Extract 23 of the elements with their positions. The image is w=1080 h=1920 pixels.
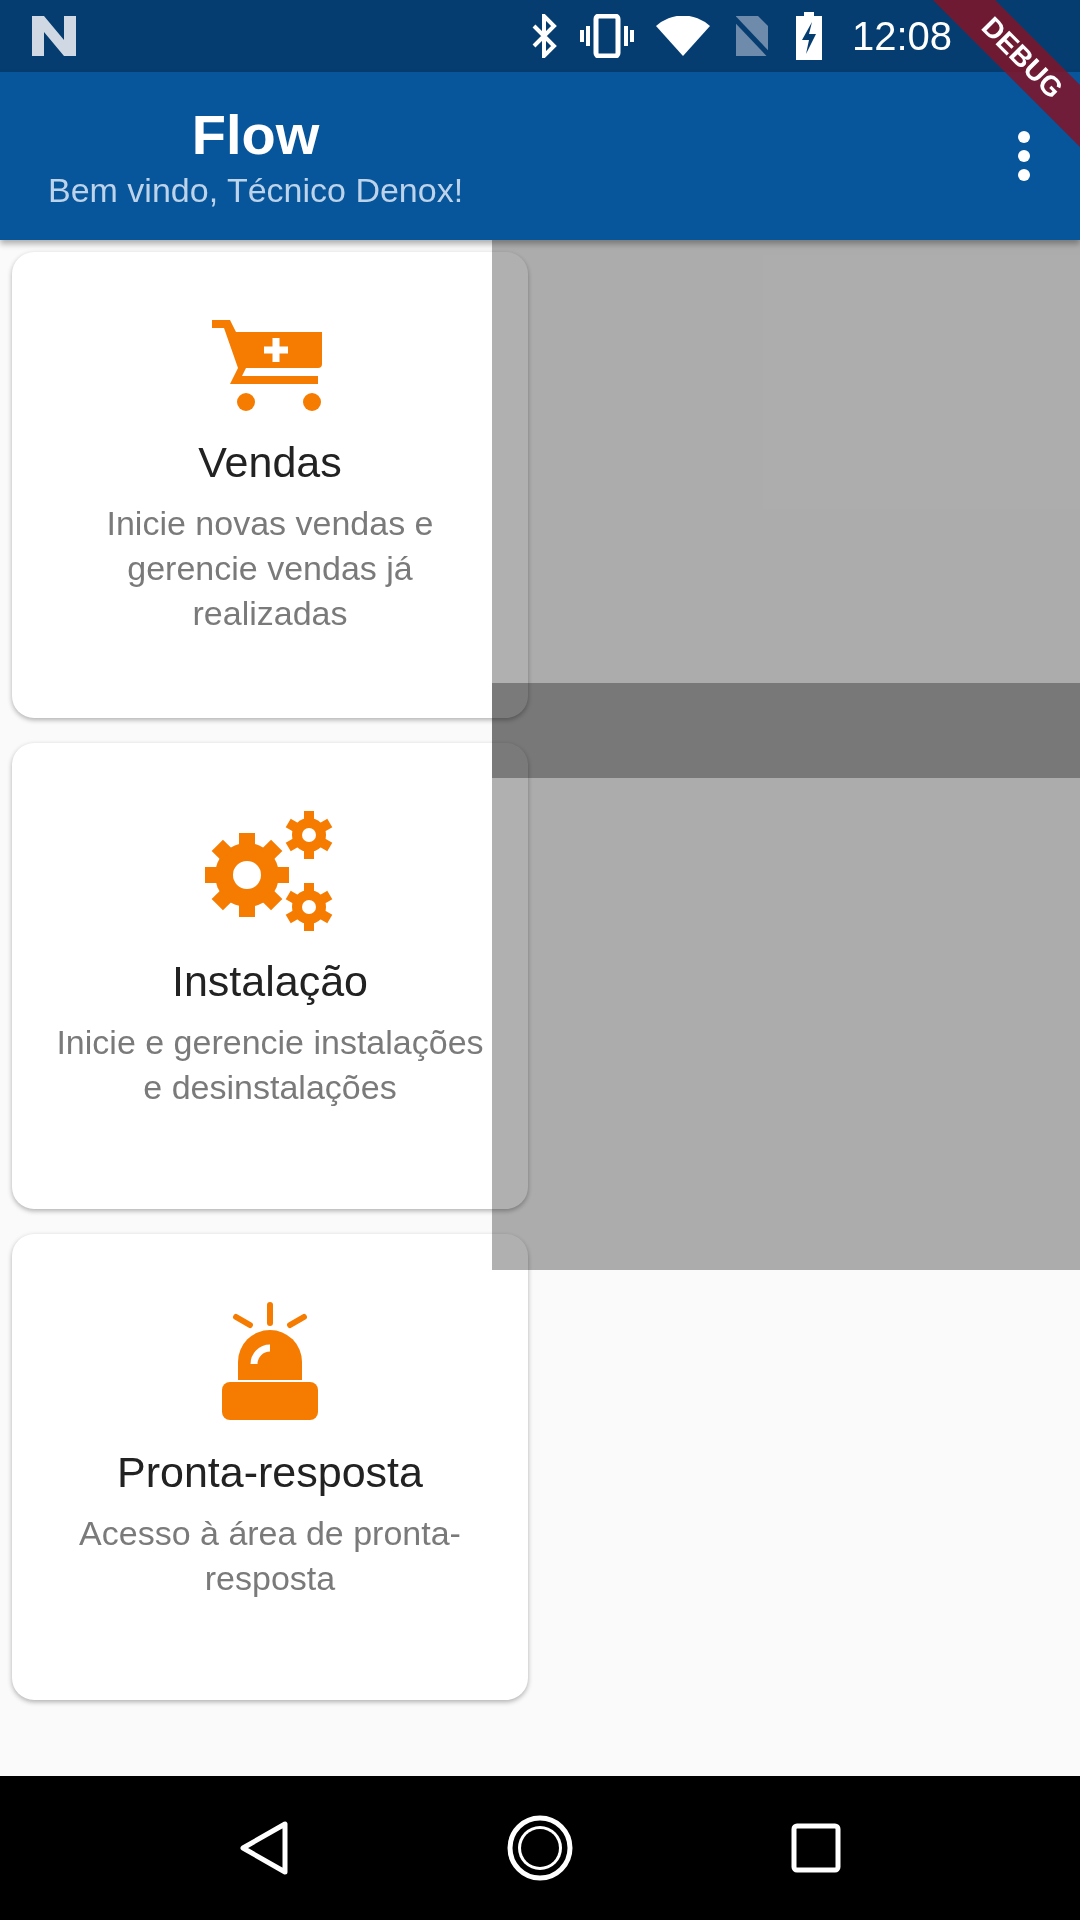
menu-card[interactable]: Instalação Inicie e gerencie instalações e desinstalações (12, 743, 528, 1209)
back-icon[interactable] (239, 1820, 289, 1876)
battery-charging-icon (793, 12, 824, 60)
card-title: Pronta-resposta (117, 1448, 423, 1497)
vibrate-icon (579, 14, 634, 58)
menu-card[interactable]: Pronta-resposta Acesso à área de pronta-resposta (12, 1234, 528, 1700)
siren-icon (220, 1302, 320, 1422)
card-title: Vendas (198, 438, 342, 487)
status-time: 12:08 (851, 13, 952, 59)
app-title: Flow (191, 102, 320, 167)
home-icon[interactable] (507, 1815, 573, 1881)
welcome-subtitle: Bem vindo, Técnico Denox! (48, 171, 464, 210)
n-logo-icon (32, 16, 76, 56)
gears-icon (205, 811, 335, 931)
card-title: Instalação (172, 957, 368, 1006)
card-description: Inicie novas vendas e gerencie vendas já realizadas (105, 503, 435, 634)
card-description: Inicie e gerencie instalações e desinstalações (55, 1022, 485, 1108)
recents-icon[interactable] (791, 1823, 841, 1873)
bluetooth-icon (531, 14, 558, 58)
wifi-icon (655, 16, 710, 56)
menu-card[interactable]: Vendas Inicie novas vendas e gerencie vendas já realizadas (12, 252, 528, 718)
card-description: Acesso à área de pronta-resposta (78, 1513, 462, 1599)
more-menu-icon[interactable] (1016, 131, 1032, 181)
